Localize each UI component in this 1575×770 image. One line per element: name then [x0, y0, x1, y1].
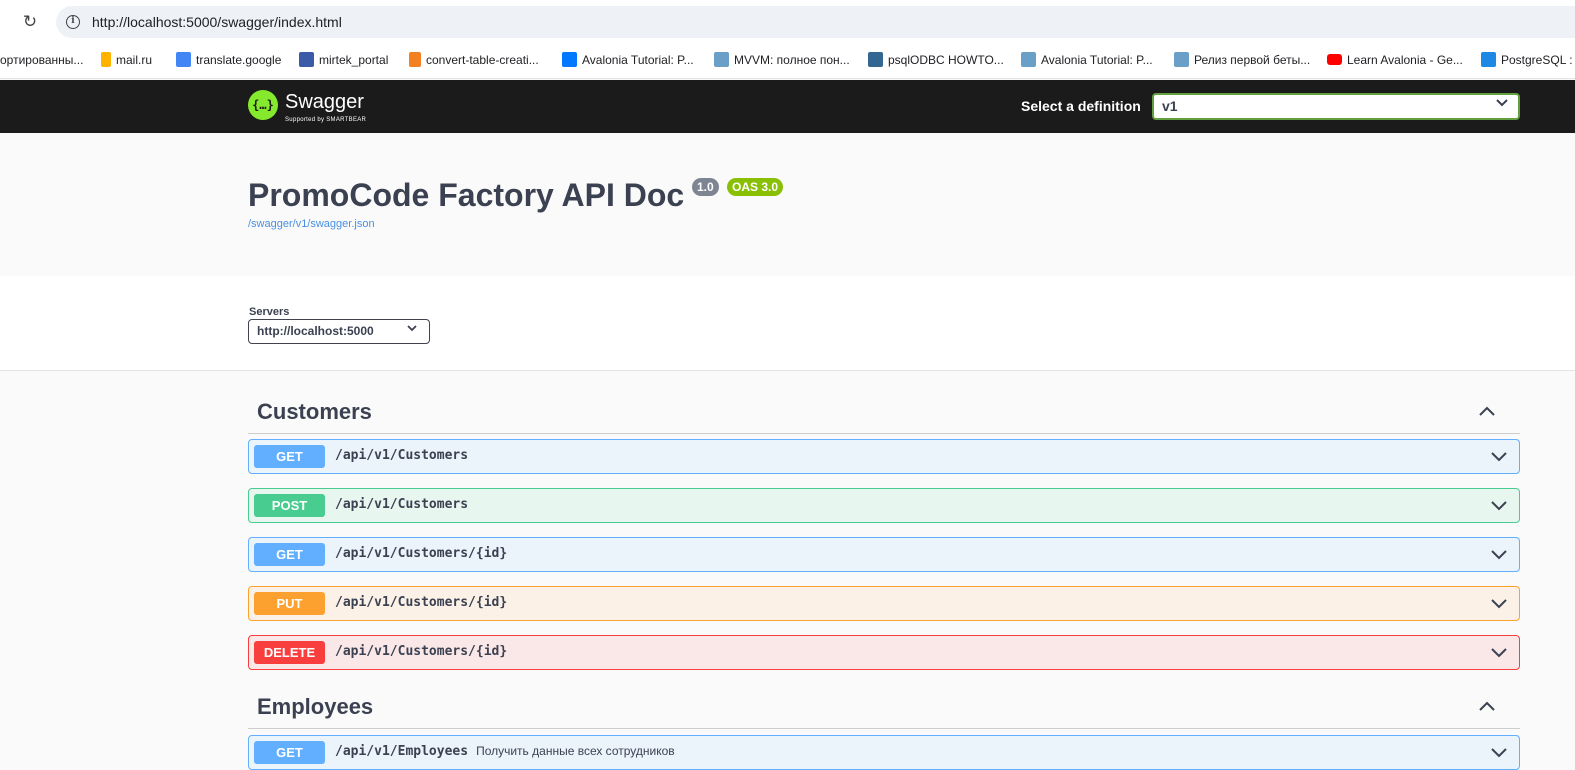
version-badge: 1.0	[692, 178, 719, 196]
chevron-down-icon	[1496, 98, 1508, 110]
bookmark-item[interactable]: mail.ru	[101, 52, 152, 70]
mailru-icon	[101, 52, 111, 67]
operation-get-customer-by-id[interactable]: GET /api/v1/Customers/{id}	[248, 537, 1520, 572]
operation-path: /api/v1/Customers/{id}	[335, 546, 508, 561]
definition-select[interactable]: v1	[1152, 93, 1520, 120]
postgrespro-icon	[1481, 52, 1496, 67]
bookmark-label: MVVM: полное пон...	[734, 53, 850, 67]
bookmarks-bar: ортированны... mail.ru translate.google …	[0, 44, 1575, 79]
bookmark-label: Релиз первой беты...	[1194, 53, 1311, 67]
chevron-down-icon[interactable]	[1491, 597, 1507, 609]
definition-label: Select a definition	[1021, 98, 1141, 114]
chevron-down-icon	[407, 324, 417, 335]
operation-get-employees[interactable]: GET /api/v1/Employees Получить данные все…	[248, 735, 1520, 770]
chevron-up-icon[interactable]	[1478, 699, 1496, 713]
bookmark-item[interactable]: PostgreSQL :	[1481, 52, 1573, 70]
bookmark-label: convert-table-creati...	[426, 53, 539, 67]
youtube-icon	[1327, 54, 1342, 65]
operation-path: /api/v1/Customers	[335, 448, 469, 463]
servers-select[interactable]: http://localhost:5000	[248, 319, 430, 344]
reload-icon[interactable]: ↻	[20, 12, 40, 32]
bookmark-label: mirtek_portal	[319, 53, 389, 67]
bookmark-label: Learn Avalonia - Ge...	[1347, 53, 1463, 67]
method-badge: PUT	[254, 592, 325, 615]
operation-path: /api/v1/Customers/{id}	[335, 644, 508, 659]
bookmark-item[interactable]: Learn Avalonia - Ge...	[1327, 52, 1463, 70]
tag-employees[interactable]: Employees	[248, 689, 1520, 729]
chevron-down-icon[interactable]	[1491, 746, 1507, 758]
stackoverflow-icon	[409, 52, 421, 67]
operation-put-customer[interactable]: PUT /api/v1/Customers/{id}	[248, 586, 1520, 621]
bookmark-label: PostgreSQL :	[1501, 53, 1573, 67]
servers-label: Servers	[249, 306, 290, 318]
method-badge: POST	[254, 494, 325, 517]
bookmark-label: psqlODBC HOWTO...	[888, 53, 1004, 67]
postgres-icon	[868, 52, 883, 67]
operation-delete-customer[interactable]: DELETE /api/v1/Customers/{id}	[248, 635, 1520, 670]
chevron-down-icon[interactable]	[1491, 646, 1507, 658]
browser-address-bar: ↻ i http://localhost:5000/swagger/index.…	[0, 0, 1575, 44]
chevron-down-icon[interactable]	[1491, 548, 1507, 560]
bookmark-item[interactable]: Avalonia Tutorial: P...	[1021, 52, 1153, 70]
bookmark-label: Avalonia Tutorial: P...	[1041, 53, 1153, 67]
bookmark-item[interactable]: psqlODBC HOWTO...	[868, 52, 1004, 70]
operation-post-customers[interactable]: POST /api/v1/Customers	[248, 488, 1520, 523]
bookmark-item[interactable]: mirtek_portal	[299, 52, 388, 70]
api-info-section: PromoCode Factory API Doc 1.0 OAS 3.0 /s…	[0, 133, 1575, 276]
method-badge: DELETE	[254, 641, 325, 664]
bookmark-item[interactable]: ортированны...	[0, 52, 83, 70]
bookmark-label: mail.ru	[116, 53, 153, 67]
tag-title: Employees	[257, 694, 374, 719]
chevron-down-icon[interactable]	[1491, 450, 1507, 462]
api-title: PromoCode Factory API Doc	[248, 177, 685, 213]
swagger-logo[interactable]: {…} Swagger Supported by SMARTBEAR	[248, 89, 388, 125]
chevron-up-icon[interactable]	[1478, 404, 1496, 418]
operation-get-customers[interactable]: GET /api/v1/Customers	[248, 439, 1520, 474]
bookmark-item[interactable]: translate.google	[176, 52, 281, 70]
method-badge: GET	[254, 445, 325, 468]
tag-customers[interactable]: Customers	[248, 394, 1520, 434]
bookmark-item[interactable]: convert-table-creati...	[409, 52, 539, 70]
tag-title: Customers	[257, 399, 372, 424]
operation-path: /api/v1/Customers	[335, 497, 469, 512]
servers-section: Servers http://localhost:5000	[0, 276, 1575, 371]
spec-json-link[interactable]: /swagger/v1/swagger.json	[248, 218, 375, 230]
operation-summary: Получить данные всех сотрудников	[476, 744, 675, 758]
bookmark-label: Avalonia Tutorial: P...	[582, 53, 694, 67]
method-badge: GET	[254, 741, 325, 764]
site-info-icon[interactable]: i	[66, 15, 80, 29]
swagger-logo-icon: {…}	[248, 90, 278, 120]
operation-path: /api/v1/Customers/{id}	[335, 595, 508, 610]
oas-badge: OAS 3.0	[727, 178, 784, 196]
swagger-logo-name: Swagger	[285, 91, 364, 113]
bookmark-label: translate.google	[196, 53, 282, 67]
habr-icon	[714, 52, 729, 67]
mirtek-icon	[299, 52, 314, 67]
chevron-down-icon[interactable]	[1491, 499, 1507, 511]
servers-value: http://localhost:5000	[257, 324, 374, 338]
habr-icon	[1174, 52, 1189, 67]
bookmark-item[interactable]: Avalonia Tutorial: P...	[562, 52, 694, 70]
avalonia-icon	[562, 52, 577, 67]
omnibox[interactable]: i http://localhost:5000/swagger/index.ht…	[56, 6, 1575, 38]
method-badge: GET	[254, 543, 325, 566]
swagger-logo-sub: Supported by SMARTBEAR	[285, 117, 367, 123]
google-translate-icon	[176, 52, 191, 67]
bookmark-item[interactable]: Релиз первой беты...	[1174, 52, 1310, 70]
definition-value: v1	[1162, 98, 1178, 114]
bookmark-item[interactable]: MVVM: полное пон...	[714, 52, 850, 70]
url-text[interactable]: http://localhost:5000/swagger/index.html	[92, 14, 342, 30]
bookmark-label: ортированны...	[0, 53, 84, 67]
habr-icon	[1021, 52, 1036, 67]
swagger-topbar: {…} Swagger Supported by SMARTBEAR Selec…	[0, 80, 1575, 133]
